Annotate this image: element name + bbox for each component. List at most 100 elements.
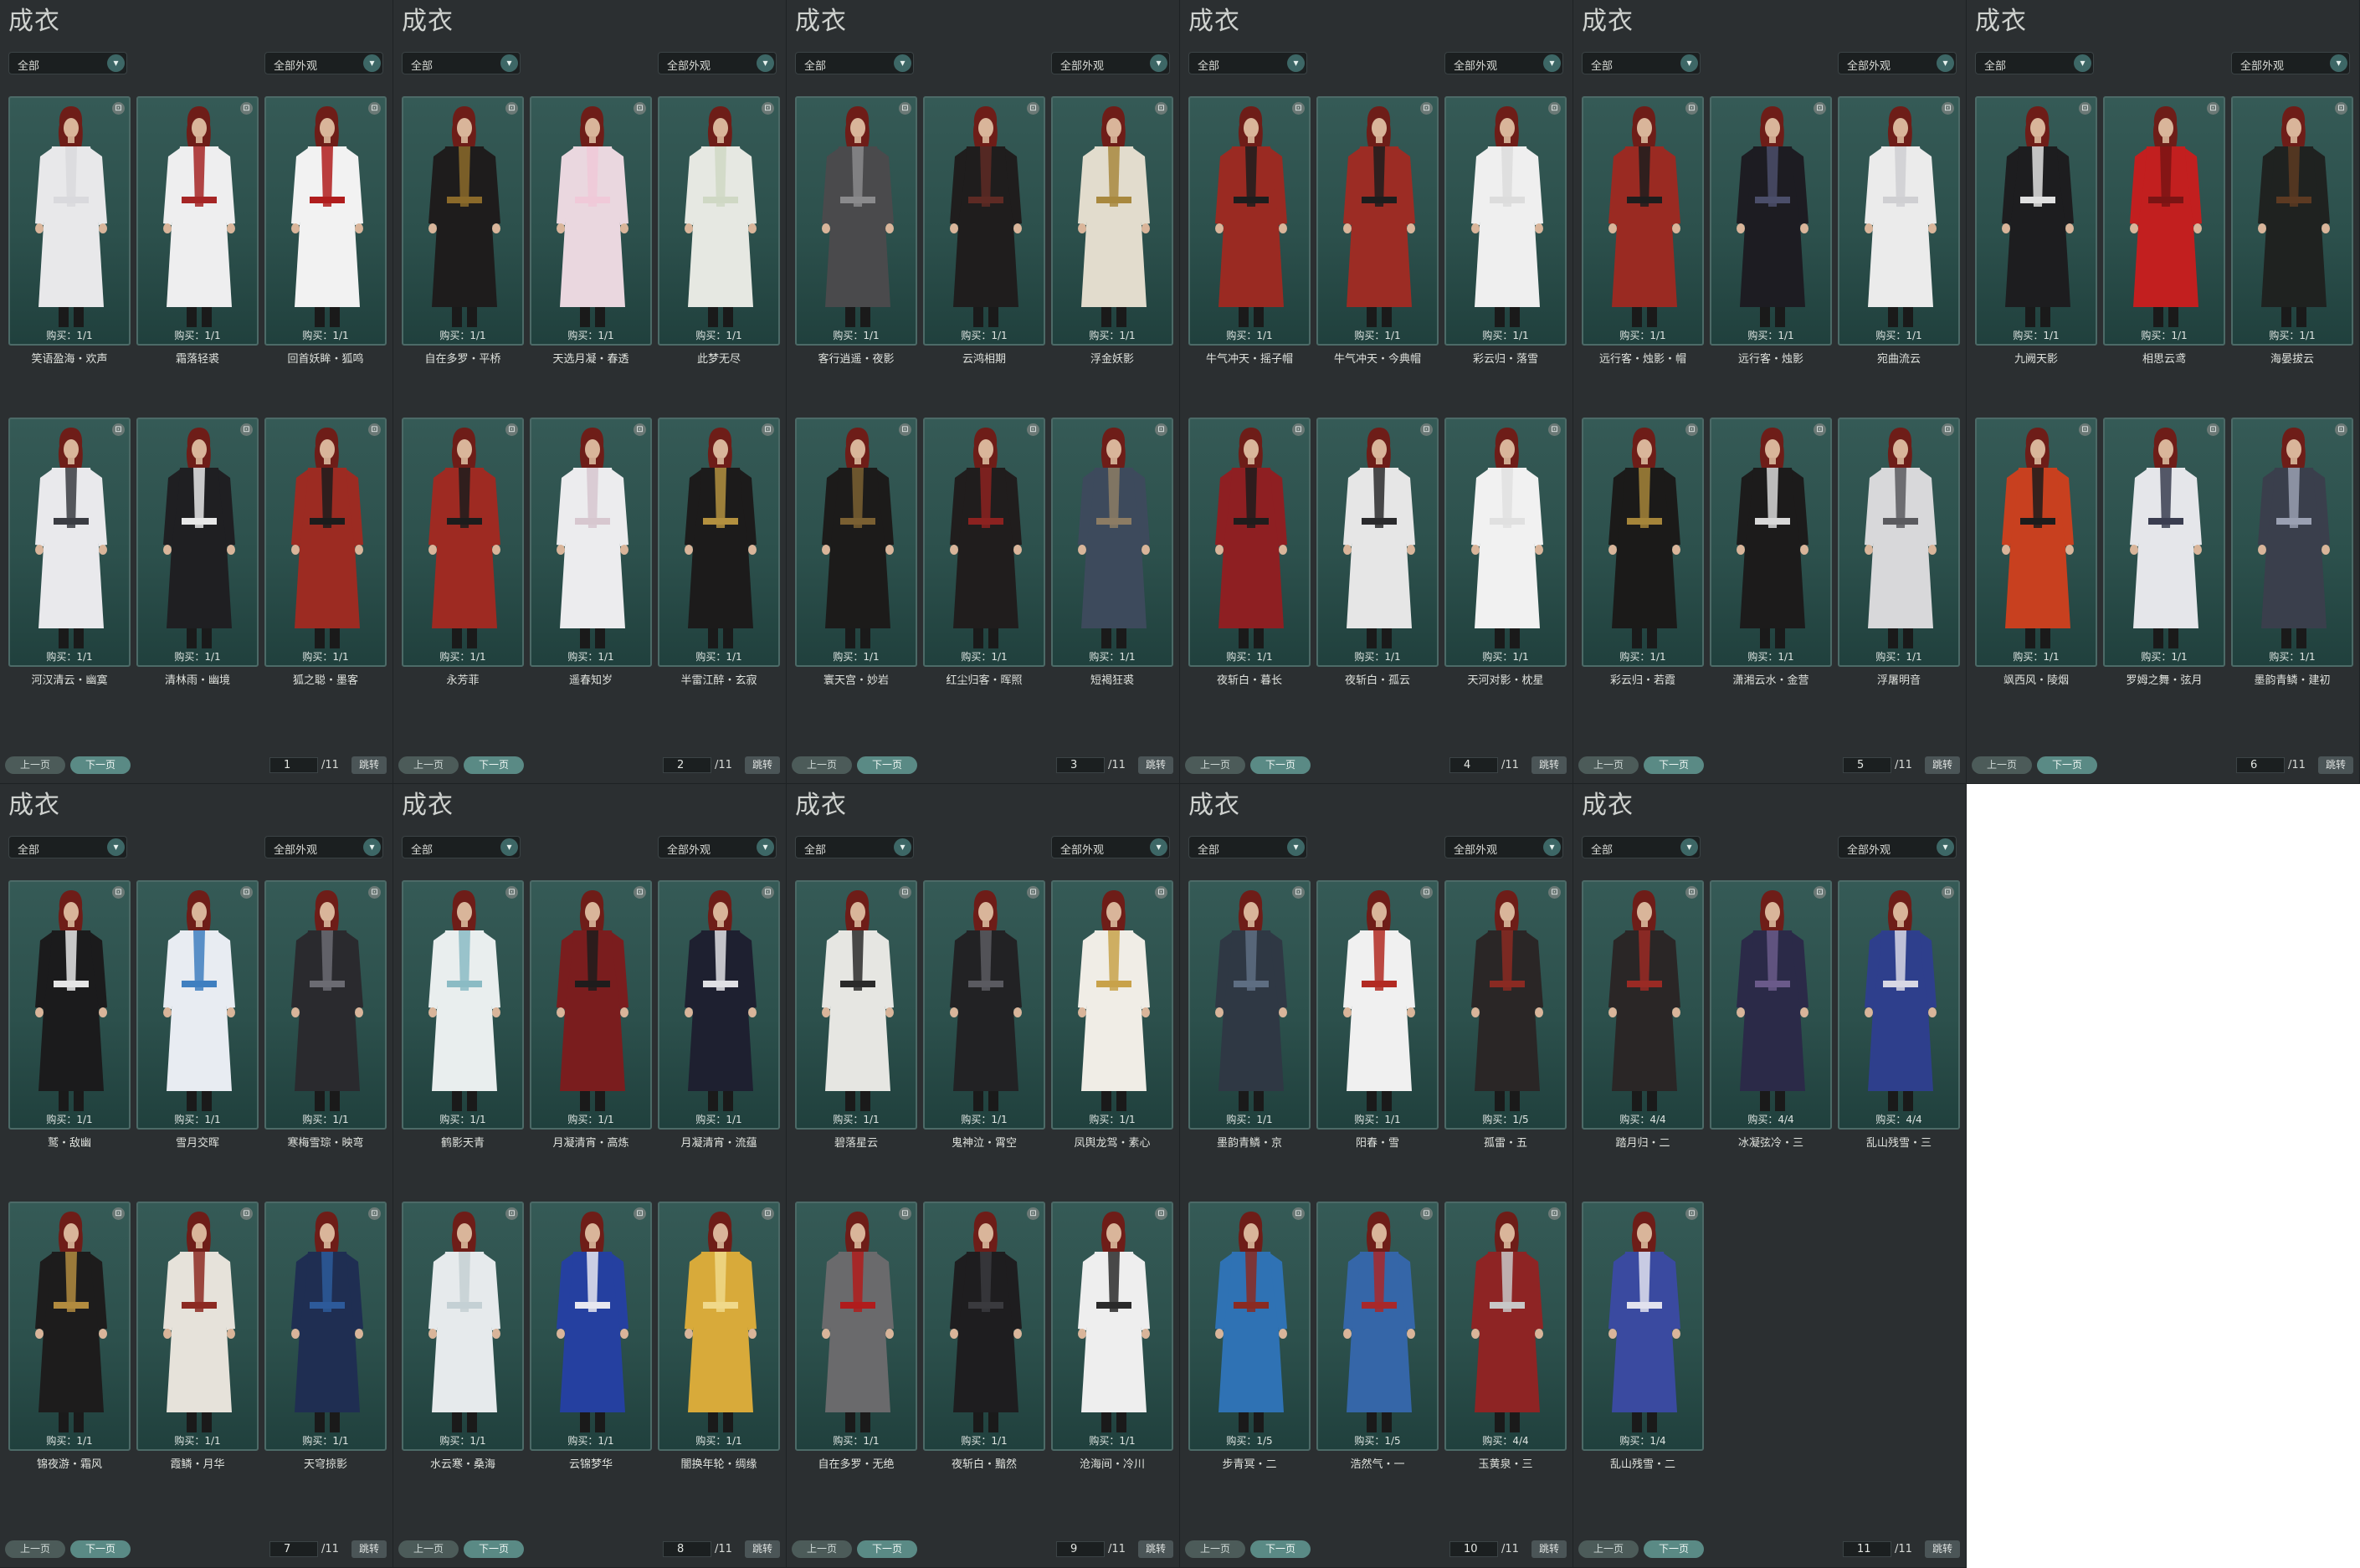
chevron-down-icon[interactable]: ▾ xyxy=(1543,838,1561,856)
chevron-down-icon[interactable]: ▾ xyxy=(1543,54,1561,72)
chevron-down-icon[interactable]: ▾ xyxy=(1937,838,1954,856)
outfit-card[interactable]: ⊡ 购买：1/1 红尘归客・晖照 xyxy=(923,418,1045,687)
chevron-down-icon[interactable]: ▾ xyxy=(894,54,911,72)
outfit-preview[interactable]: ⊡ 购买：1/5 xyxy=(1316,1202,1439,1451)
outfit-card[interactable]: ⊡ 购买：1/1 罗姆之舞・弦月 xyxy=(2103,418,2225,687)
chevron-down-icon[interactable]: ▾ xyxy=(1680,838,1698,856)
outfit-card[interactable]: ⊡ 购买：4/4 玉黄泉・三 xyxy=(1444,1202,1567,1471)
outfit-preview[interactable]: ⊡ 购买：1/4 xyxy=(1582,1202,1704,1451)
outfit-card[interactable]: ⊡ 购买：1/1 自在多罗・平桥 xyxy=(402,96,524,366)
chevron-down-icon[interactable]: ▾ xyxy=(107,54,125,72)
chevron-down-icon[interactable]: ▾ xyxy=(500,54,518,72)
outfit-card[interactable]: ⊡ 购买：1/1 闇换年轮・绸缘 xyxy=(658,1202,780,1471)
outfit-preview[interactable]: ⊡ 购买：1/1 xyxy=(530,418,652,667)
outfit-card[interactable]: ⊡ 购买：1/1 牛气冲天・摇子帽 xyxy=(1188,96,1311,366)
outfit-preview[interactable]: ⊡ 购买：1/1 xyxy=(923,96,1045,346)
chevron-down-icon[interactable]: ▾ xyxy=(1287,54,1305,72)
outfit-preview[interactable]: ⊡ 购买：1/1 xyxy=(8,96,131,346)
jump-button[interactable]: 跳转 xyxy=(1531,1540,1567,1558)
next-page-button[interactable]: 下一页 xyxy=(1644,756,1704,774)
appearance-filter-dropdown[interactable]: 全部外观 ▾ xyxy=(658,836,777,858)
appearance-filter-dropdown[interactable]: 全部外观 ▾ xyxy=(1838,52,1957,74)
outfit-card[interactable]: ⊡ 购买：1/1 浮金妖影 xyxy=(1051,96,1173,366)
outfit-card[interactable]: ⊡ 购买：1/1 锦夜游・霜风 xyxy=(8,1202,131,1471)
outfit-card[interactable]: ⊡ 购买：1/1 客行逍遥・夜影 xyxy=(795,96,917,366)
prev-page-button[interactable]: 上一页 xyxy=(5,756,65,774)
outfit-card[interactable]: ⊡ 购买：1/1 远行客・烛影 xyxy=(1710,96,1832,366)
outfit-card[interactable]: ⊡ 购买：1/1 阳春・雪 xyxy=(1316,880,1439,1150)
outfit-card[interactable]: ⊡ 购买：1/5 步青冥・二 xyxy=(1188,1202,1311,1471)
outfit-preview[interactable]: ⊡ 购买：1/1 xyxy=(1444,418,1567,667)
outfit-preview[interactable]: ⊡ 购买：1/1 xyxy=(402,96,524,346)
outfit-card[interactable]: ⊡ 购买：1/1 遥春知岁 xyxy=(530,418,652,687)
next-page-button[interactable]: 下一页 xyxy=(857,756,917,774)
outfit-preview[interactable]: ⊡ 购买：1/1 xyxy=(1838,418,1960,667)
outfit-preview[interactable]: ⊡ 购买：1/1 xyxy=(1051,418,1173,667)
outfit-preview[interactable]: ⊡ 购买：1/1 xyxy=(1975,96,2097,346)
outfit-preview[interactable]: ⊡ 购买：1/1 xyxy=(8,880,131,1130)
outfit-card[interactable]: ⊡ 购买：1/1 鹫・敌幽 xyxy=(8,880,131,1150)
outfit-card[interactable]: ⊡ 购买：1/1 河汉清云・幽寞 xyxy=(8,418,131,687)
chevron-down-icon[interactable]: ▾ xyxy=(757,838,774,856)
outfit-preview[interactable]: ⊡ 购买：1/1 xyxy=(1188,418,1311,667)
appearance-filter-dropdown[interactable]: 全部外观 ▾ xyxy=(2231,52,2350,74)
category-filter-dropdown[interactable]: 全部 ▾ xyxy=(795,52,914,74)
next-page-button[interactable]: 下一页 xyxy=(70,1540,131,1558)
outfit-card[interactable]: ⊡ 购买：1/1 云锦梦华 xyxy=(530,1202,652,1471)
outfit-card[interactable]: ⊡ 购买：1/1 此梦无尽 xyxy=(658,96,780,366)
outfit-preview[interactable]: ⊡ 购买：1/1 xyxy=(1316,96,1439,346)
outfit-preview[interactable]: ⊡ 购买：4/4 xyxy=(1838,880,1960,1130)
outfit-preview[interactable]: ⊡ 购买：1/1 xyxy=(2231,96,2353,346)
outfit-preview[interactable]: ⊡ 购买：1/1 xyxy=(402,880,524,1130)
outfit-preview[interactable]: ⊡ 购买：1/1 xyxy=(1710,96,1832,346)
jump-button[interactable]: 跳转 xyxy=(351,1540,387,1558)
page-number-input[interactable]: 4 xyxy=(1449,757,1498,773)
outfit-preview[interactable]: ⊡ 购买：1/1 xyxy=(402,1202,524,1451)
chevron-down-icon[interactable]: ▾ xyxy=(1150,54,1167,72)
jump-button[interactable]: 跳转 xyxy=(745,1540,780,1558)
outfit-card[interactable]: ⊡ 购买：1/1 夜斩白・孤云 xyxy=(1316,418,1439,687)
outfit-preview[interactable]: ⊡ 购买：1/1 xyxy=(1975,418,2097,667)
chevron-down-icon[interactable]: ▾ xyxy=(1150,838,1167,856)
outfit-preview[interactable]: ⊡ 购买：1/1 xyxy=(264,418,387,667)
outfit-preview[interactable]: ⊡ 购买：1/1 xyxy=(795,880,917,1130)
outfit-preview[interactable]: ⊡ 购买：1/1 xyxy=(264,96,387,346)
outfit-card[interactable]: ⊡ 购买：1/1 回首妖眸・狐鸣 xyxy=(264,96,387,366)
prev-page-button[interactable]: 上一页 xyxy=(5,1540,65,1558)
outfit-card[interactable]: ⊡ 购买：1/1 笑语盈海・欢声 xyxy=(8,96,131,366)
outfit-card[interactable]: ⊡ 购买：4/4 乱山残雪・三 xyxy=(1838,880,1960,1150)
outfit-card[interactable]: ⊡ 购买：1/1 鹤影天青 xyxy=(402,880,524,1150)
chevron-down-icon[interactable]: ▾ xyxy=(1680,54,1698,72)
category-filter-dropdown[interactable]: 全部 ▾ xyxy=(1188,52,1307,74)
outfit-card[interactable]: ⊡ 购买：1/1 狐之聪・墨客 xyxy=(264,418,387,687)
next-page-button[interactable]: 下一页 xyxy=(464,756,524,774)
outfit-card[interactable]: ⊡ 购买：1/1 相思云鸢 xyxy=(2103,96,2225,366)
outfit-preview[interactable]: ⊡ 购买：1/1 xyxy=(795,96,917,346)
page-number-input[interactable]: 1 xyxy=(269,757,318,773)
page-number-input[interactable]: 5 xyxy=(1843,757,1891,773)
outfit-card[interactable]: ⊡ 购买：1/1 短褐狂裘 xyxy=(1051,418,1173,687)
outfit-card[interactable]: ⊡ 购买：1/1 墨韵青鳞・京 xyxy=(1188,880,1311,1150)
outfit-card[interactable]: ⊡ 购买：1/1 霞鳞・月华 xyxy=(136,1202,259,1471)
outfit-preview[interactable]: ⊡ 购买：1/1 xyxy=(795,418,917,667)
outfit-card[interactable]: ⊡ 购买：1/1 凤舆龙驾・素心 xyxy=(1051,880,1173,1150)
outfit-card[interactable]: ⊡ 购买：1/1 潇湘云水・金营 xyxy=(1710,418,1832,687)
outfit-preview[interactable]: ⊡ 购买：1/1 xyxy=(264,1202,387,1451)
chevron-down-icon[interactable]: ▾ xyxy=(363,54,381,72)
outfit-card[interactable]: ⊡ 购买：1/1 夜斩白・黯然 xyxy=(923,1202,1045,1471)
outfit-card[interactable]: ⊡ 购买：1/1 寒梅雪琮・映弯 xyxy=(264,880,387,1150)
outfit-preview[interactable]: ⊡ 购买：1/1 xyxy=(1838,96,1960,346)
prev-page-button[interactable]: 上一页 xyxy=(792,1540,852,1558)
outfit-preview[interactable]: ⊡ 购买：4/4 xyxy=(1582,880,1704,1130)
outfit-card[interactable]: ⊡ 购买：1/1 清林雨・幽境 xyxy=(136,418,259,687)
outfit-card[interactable]: ⊡ 购买：1/1 牛气冲天・今典帽 xyxy=(1316,96,1439,366)
outfit-preview[interactable]: ⊡ 购买：1/1 xyxy=(1582,418,1704,667)
outfit-preview[interactable]: ⊡ 购买：1/1 xyxy=(136,96,259,346)
next-page-button[interactable]: 下一页 xyxy=(1250,1540,1311,1558)
appearance-filter-dropdown[interactable]: 全部外观 ▾ xyxy=(1838,836,1957,858)
outfit-preview[interactable]: ⊡ 购买：1/1 xyxy=(1444,96,1567,346)
outfit-preview[interactable]: ⊡ 购买：1/1 xyxy=(136,418,259,667)
outfit-preview[interactable]: ⊡ 购买：1/1 xyxy=(923,880,1045,1130)
page-number-input[interactable]: 11 xyxy=(1843,1541,1891,1557)
outfit-preview[interactable]: ⊡ 购买：1/1 xyxy=(658,418,780,667)
